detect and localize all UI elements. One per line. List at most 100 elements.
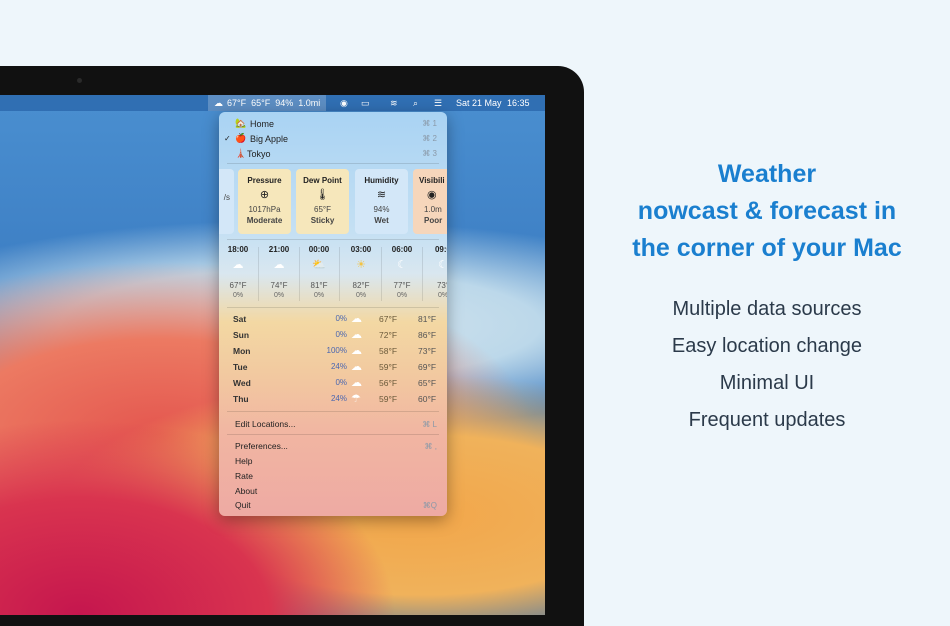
- divider: [227, 307, 439, 308]
- day-precip: 100%: [326, 346, 347, 355]
- card-dew-point: Dew Point 🌡 65°F Sticky: [296, 169, 349, 234]
- apple-icon: 🍎: [235, 133, 247, 143]
- hour-temp: 81°F: [310, 281, 328, 290]
- hour-label: 00:00: [308, 245, 330, 254]
- hourly-forecast: 06:00 ☾ 77°F 0%: [382, 245, 422, 299]
- hour-temp: 77°F: [393, 281, 411, 290]
- headline-line: Weather: [717, 160, 817, 188]
- day-name: Sat: [233, 314, 247, 324]
- card-title: Dew Point: [303, 176, 342, 185]
- partly-cloudy-icon: ⛅: [312, 259, 326, 271]
- wifi-icon[interactable]: ≋: [390, 98, 398, 109]
- date[interactable]: Sat 21 May: [456, 98, 502, 108]
- hourly-forecast: 21:00 ☁ 74°F 0%: [259, 245, 299, 299]
- hour-precip: 0%: [355, 292, 367, 299]
- help-item[interactable]: Help: [235, 456, 252, 466]
- gauge-icon: ⊕: [259, 189, 270, 201]
- hour-precip: 0%: [273, 292, 285, 299]
- battery-icon[interactable]: ▭: [361, 98, 370, 109]
- checkmark-icon: ✓: [224, 134, 231, 143]
- day-precip: 0%: [335, 314, 347, 323]
- sun-icon: ☀: [356, 259, 366, 271]
- day-name: Thu: [233, 394, 249, 404]
- feature-item: Frequent updates: [688, 409, 846, 431]
- camera: [77, 78, 82, 83]
- shortcut: ⌘ 2: [422, 134, 437, 143]
- headline-line: nowcast & forecast in: [637, 197, 897, 225]
- moon-icon: ☾: [397, 259, 407, 271]
- card-visibility: Visibili ◉ 1.0m Poor: [413, 169, 447, 234]
- about-item[interactable]: About: [235, 486, 257, 496]
- hour-temp: 73°: [436, 281, 447, 290]
- day-high: 69°F: [418, 362, 437, 372]
- house-icon: 🏡: [235, 118, 247, 128]
- cloud-icon: ☁: [351, 329, 362, 341]
- feature-item: Easy location change: [671, 335, 863, 357]
- day-precip: 24%: [330, 362, 347, 371]
- hourly-forecast: 03:00 ☀ 82°F 0%: [341, 245, 381, 299]
- day-high: 86°F: [418, 330, 437, 340]
- card-value: 1.0m: [424, 205, 442, 214]
- hour-temp: 74°F: [270, 281, 288, 290]
- divider: [227, 434, 439, 435]
- shortcut: ⌘ 1: [422, 119, 437, 128]
- day-high: 81°F: [418, 314, 437, 324]
- cloud-icon: ☁: [232, 259, 244, 271]
- quit-item[interactable]: Quit: [235, 500, 251, 510]
- headline: Weather nowcast & forecast in the corner…: [584, 156, 950, 267]
- hourly-forecast: 09:0 ☾ 73° 0%: [423, 245, 447, 299]
- eye-icon: ◉: [427, 189, 437, 201]
- cloud-icon: ☁: [351, 345, 362, 357]
- hourly-forecast: 00:00 ⛅ 81°F 0%: [299, 245, 339, 299]
- card-humidity: Humidity ≋ 94% Wet: [355, 169, 408, 234]
- card-title: Visibili: [419, 176, 445, 185]
- hour-precip: 0%: [232, 292, 244, 299]
- day-low: 58°F: [379, 346, 398, 356]
- weather-dropdown-panel: 🏡 Home ⌘ 1 ✓ 🍎 Big Apple ⌘ 2 🗼 Tokyo ⌘ 3…: [219, 112, 447, 516]
- control-center-icon[interactable]: ☰: [434, 98, 442, 109]
- hourly-forecast: 18:00 ☁ 67°F 0%: [219, 245, 258, 299]
- cloud-icon: ☁: [214, 97, 223, 108]
- hour-label: 18:00: [227, 245, 249, 254]
- daily-forecast-row: Sat 0% ☁ 67°F 81°F: [219, 312, 447, 328]
- hour-precip: 0%: [313, 292, 325, 299]
- divider: [227, 239, 439, 240]
- rate-item[interactable]: Rate: [235, 471, 253, 481]
- time[interactable]: 16:35: [507, 98, 530, 108]
- preferences-item[interactable]: Preferences...: [235, 441, 288, 451]
- daily-forecast-row: Wed 0% ☁ 56°F 65°F: [219, 376, 447, 392]
- edit-locations-item[interactable]: Edit Locations...: [235, 419, 295, 429]
- hour-label: 06:00: [391, 245, 413, 254]
- day-high: 65°F: [418, 378, 437, 388]
- location-home[interactable]: 🏡 Home ⌘ 1: [219, 116, 447, 131]
- divider: [339, 247, 340, 301]
- cloud-icon: ☁: [273, 259, 285, 271]
- daily-forecast-row: Sun 0% ☁ 72°F 86°F: [219, 328, 447, 344]
- cloud-icon: ☁: [351, 361, 362, 373]
- thermometer-icon: 🌡: [315, 189, 330, 201]
- search-icon[interactable]: ⌕: [413, 98, 418, 109]
- day-name: Sun: [233, 330, 250, 340]
- location-label: Tokyo: [247, 148, 271, 159]
- hour-temp: 82°F: [352, 281, 370, 290]
- location-tokyo[interactable]: 🗼 Tokyo ⌘ 3: [219, 146, 447, 161]
- cloud-icon: ☁: [351, 313, 362, 325]
- card-pressure: Pressure ⊕ 1017hPa Moderate: [238, 169, 291, 234]
- location-big-apple[interactable]: ✓ 🍎 Big Apple ⌘ 2: [219, 131, 447, 146]
- location-label: Big Apple: [250, 133, 289, 144]
- weather-menubar-item[interactable]: ☁ 67°F 65°F 94% 1.0mi: [208, 95, 327, 111]
- card-value: 1017hPa: [248, 205, 281, 214]
- feature-item: Multiple data sources: [672, 298, 862, 320]
- shortcut: ⌘Q: [422, 501, 437, 510]
- day-name: Mon: [233, 346, 251, 356]
- shortcut: ⌘ L: [422, 420, 437, 429]
- day-name: Tue: [233, 362, 248, 372]
- rain-icon: ☂: [351, 393, 361, 405]
- card-status: Moderate: [246, 216, 283, 225]
- tokyo-tower-icon: 🗼: [235, 148, 247, 158]
- day-low: 72°F: [379, 330, 398, 340]
- card-value: /s: [223, 193, 230, 202]
- hour-precip: 0%: [437, 292, 447, 299]
- user-icon[interactable]: ◉: [340, 98, 348, 109]
- hour-temp: 67°F: [229, 281, 247, 290]
